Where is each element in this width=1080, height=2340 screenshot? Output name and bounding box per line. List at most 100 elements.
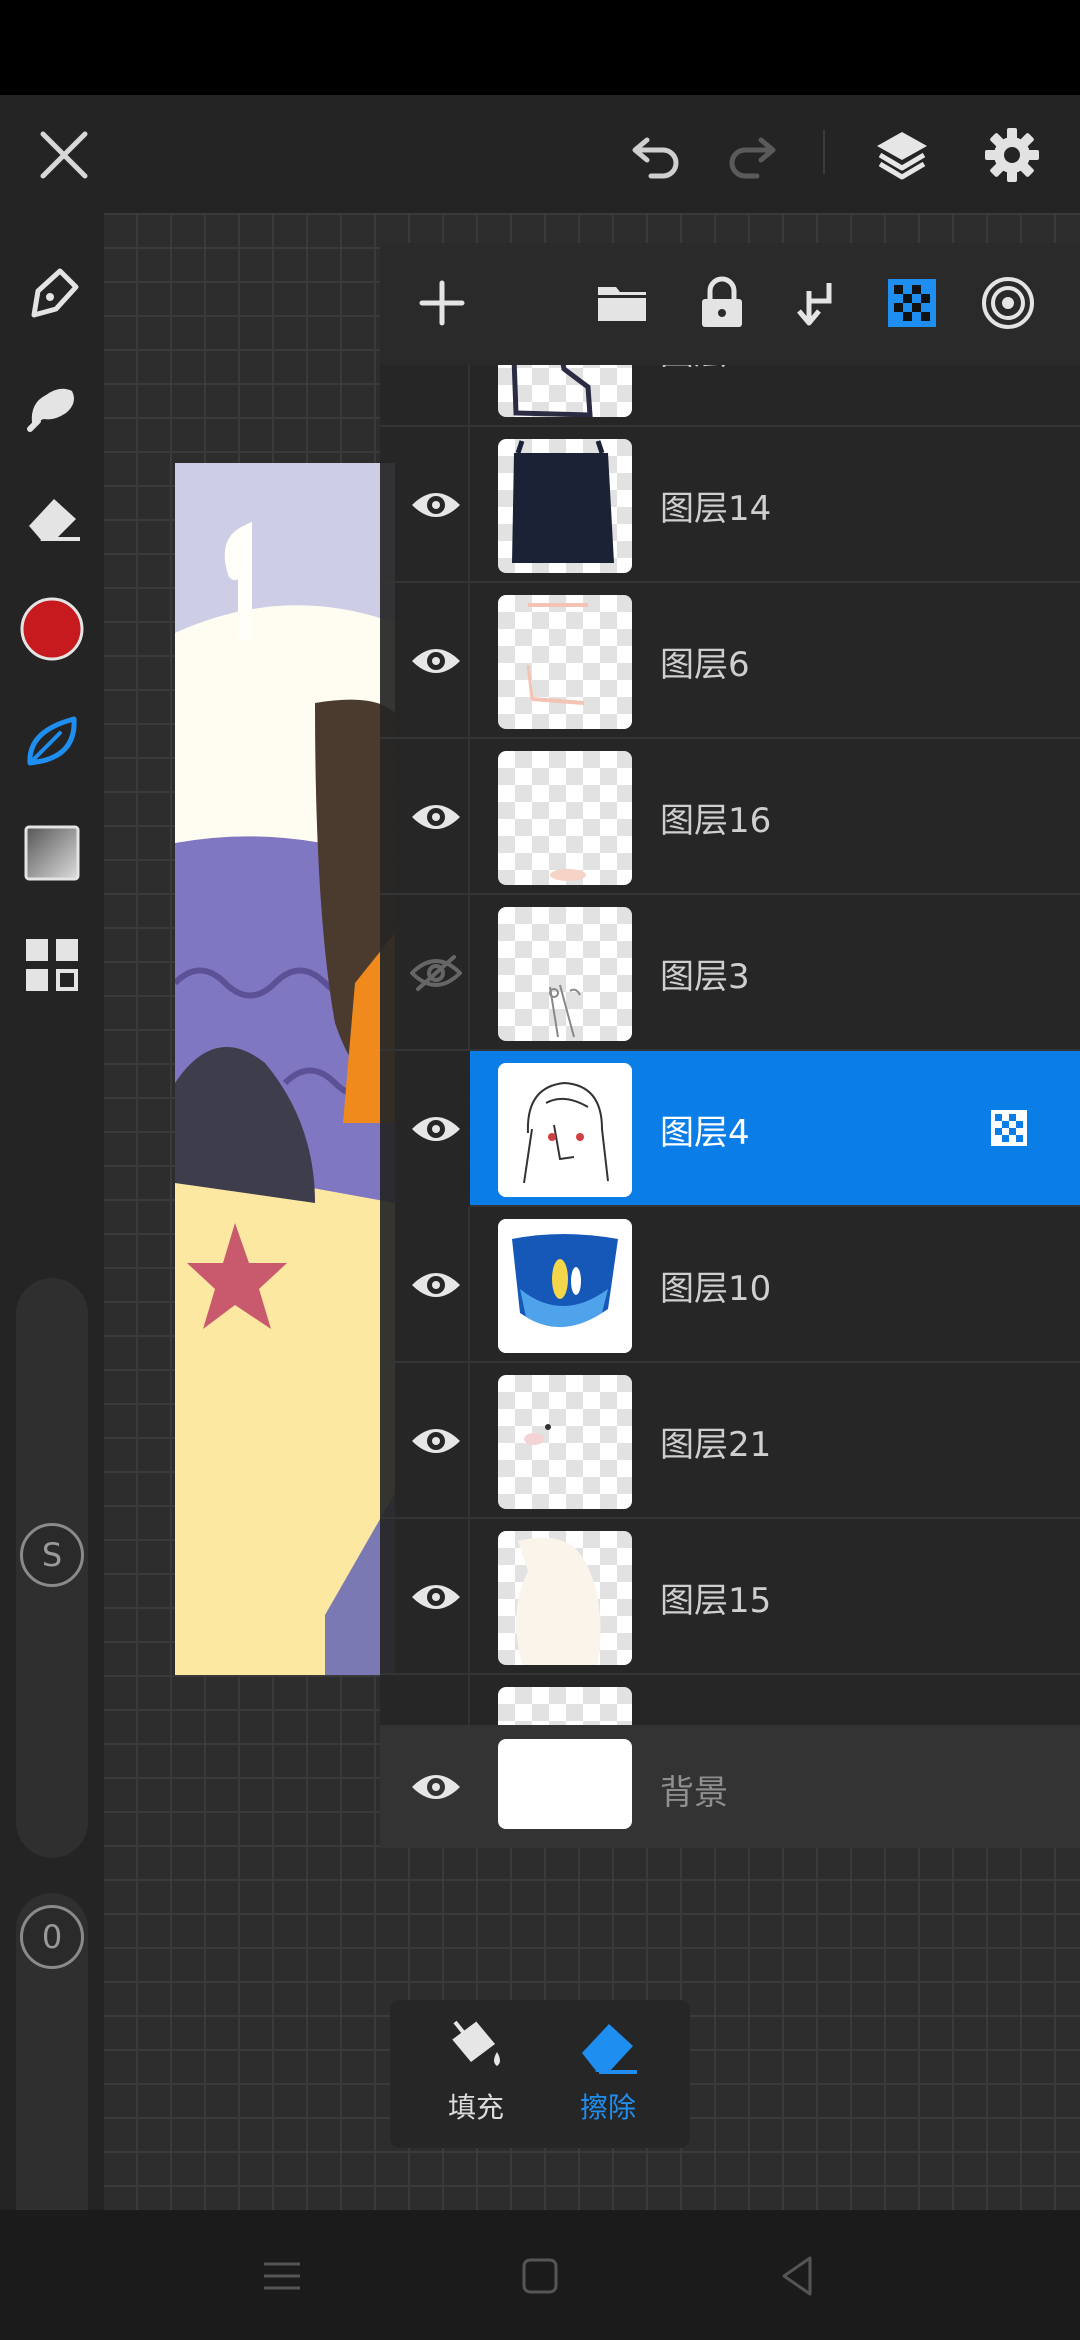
folder-button[interactable] bbox=[590, 271, 654, 335]
color-picker-button[interactable] bbox=[12, 589, 92, 669]
brush-tool-button[interactable] bbox=[12, 253, 92, 333]
visibility-column bbox=[380, 365, 470, 425]
color-swatch-icon bbox=[20, 597, 84, 661]
layer-thumbnail bbox=[498, 595, 632, 729]
home-icon[interactable] bbox=[510, 2246, 570, 2306]
grid-icon bbox=[26, 939, 78, 991]
paint-bucket-icon bbox=[449, 2018, 500, 2066]
eye-icon[interactable] bbox=[410, 1421, 462, 1461]
layer-name: 图层21 bbox=[660, 1425, 772, 1465]
fill-label: 填充 bbox=[447, 2091, 504, 2124]
layer-thumbnail bbox=[498, 907, 632, 1041]
layer-name: 图层6 bbox=[660, 645, 750, 685]
alpha-lock-button[interactable] bbox=[880, 271, 944, 335]
eraser-tool-button[interactable] bbox=[12, 477, 92, 557]
layer-toolbar bbox=[380, 243, 1080, 365]
eraser-icon bbox=[26, 499, 80, 542]
layers-button[interactable] bbox=[862, 115, 942, 195]
selected-layer-eye-cell[interactable] bbox=[380, 1051, 470, 1207]
left-toolbar: S 0 bbox=[0, 213, 104, 2273]
toolbar-divider bbox=[823, 130, 825, 174]
brush-size-knob[interactable]: S bbox=[20, 1523, 84, 1587]
layer-row[interactable]: 图层21 bbox=[380, 1363, 1080, 1519]
layer-name: 图层15 bbox=[660, 1581, 772, 1621]
redo-button[interactable] bbox=[712, 115, 792, 195]
erase-button[interactable]: 擦除 bbox=[548, 2014, 668, 2138]
layer-name: 图层4 bbox=[660, 1113, 750, 1153]
layer-thumbnail bbox=[498, 1219, 632, 1353]
merge-down-button[interactable] bbox=[785, 271, 849, 335]
artwork-image bbox=[175, 463, 395, 1675]
eye-icon[interactable] bbox=[410, 1265, 462, 1305]
blend-icon bbox=[982, 277, 1034, 329]
layer-row[interactable] bbox=[380, 1675, 1080, 1725]
layer-row[interactable]: 图层3 bbox=[380, 895, 1080, 1051]
layer-row-selected[interactable]: 图层4 bbox=[470, 1051, 1080, 1207]
opacity-knob[interactable]: 0 bbox=[20, 1905, 84, 1969]
eye-icon[interactable] bbox=[410, 1577, 462, 1617]
erase-label: 擦除 bbox=[579, 2091, 636, 2124]
folder-icon bbox=[598, 287, 646, 321]
redo-icon bbox=[729, 137, 776, 179]
brush-size-slider[interactable]: S bbox=[16, 1278, 88, 1858]
artwork-canvas[interactable] bbox=[175, 463, 395, 1675]
back-icon[interactable] bbox=[768, 2246, 828, 2306]
gear-icon bbox=[985, 128, 1039, 182]
layer-list[interactable]: 图层23 图层14 图层6 图层16 bbox=[380, 365, 1080, 1725]
eye-icon[interactable] bbox=[410, 1109, 462, 1149]
layers-panel: 图层23 图层14 图层6 图层16 bbox=[380, 243, 1080, 1848]
leaf-icon bbox=[27, 716, 77, 766]
gradient-tool-button[interactable] bbox=[12, 813, 92, 893]
checker-icon bbox=[888, 279, 936, 327]
smudge-icon bbox=[27, 388, 74, 432]
plus-icon bbox=[419, 280, 465, 326]
layer-name: 图层10 bbox=[660, 1269, 772, 1309]
layer-name: 图层3 bbox=[660, 957, 750, 997]
undo-icon bbox=[632, 137, 679, 179]
layer-name: 图层16 bbox=[660, 801, 772, 841]
layer-row[interactable]: 图层23 bbox=[380, 365, 1080, 427]
layer-thumbnail bbox=[498, 1687, 632, 1725]
eye-icon[interactable] bbox=[410, 641, 462, 681]
background-thumbnail bbox=[498, 1739, 632, 1829]
layer-thumbnail bbox=[498, 365, 632, 417]
close-button[interactable] bbox=[24, 115, 104, 195]
layer-row[interactable]: 图层14 bbox=[380, 427, 1080, 583]
status-bar bbox=[0, 0, 1080, 95]
layer-row[interactable]: 图层15 bbox=[380, 1519, 1080, 1675]
layer-name: 图层14 bbox=[660, 489, 772, 529]
eye-icon[interactable] bbox=[410, 1767, 462, 1807]
layer-thumbnail bbox=[498, 751, 632, 885]
fill-button[interactable]: 填充 bbox=[416, 2014, 536, 2138]
layer-thumbnail bbox=[498, 1063, 632, 1197]
system-nav-bar bbox=[0, 2210, 1080, 2340]
gradient-icon bbox=[24, 825, 80, 881]
top-toolbar bbox=[0, 95, 1080, 213]
fill-erase-popup: 填充 擦除 bbox=[390, 2000, 690, 2148]
eye-hidden-icon[interactable] bbox=[410, 953, 462, 993]
pen-nib-icon bbox=[31, 268, 79, 318]
smudge-tool-button[interactable] bbox=[12, 365, 92, 445]
leaf-tool-button[interactable] bbox=[12, 701, 92, 781]
visibility-column bbox=[380, 1675, 470, 1725]
lock-layer-button[interactable] bbox=[690, 271, 754, 335]
undo-button[interactable] bbox=[616, 115, 696, 195]
lock-icon bbox=[702, 276, 742, 327]
eraser-icon bbox=[579, 2024, 637, 2074]
add-layer-button[interactable] bbox=[410, 271, 474, 335]
layer-row[interactable]: 图层10 bbox=[380, 1207, 1080, 1363]
eye-icon[interactable] bbox=[410, 365, 462, 369]
background-layer-row[interactable]: 背景 bbox=[380, 1725, 1080, 1848]
blend-mode-button[interactable] bbox=[976, 271, 1040, 335]
eye-icon[interactable] bbox=[410, 485, 462, 525]
layer-row[interactable]: 图层16 bbox=[380, 739, 1080, 895]
close-icon bbox=[40, 131, 88, 179]
layer-thumbnail bbox=[498, 1375, 632, 1509]
layer-thumbnail bbox=[498, 439, 632, 573]
grid-tool-button[interactable] bbox=[12, 925, 92, 1005]
eye-icon[interactable] bbox=[410, 797, 462, 837]
settings-button[interactable] bbox=[972, 115, 1052, 195]
menu-icon[interactable] bbox=[252, 2246, 312, 2306]
layer-row[interactable]: 图层6 bbox=[380, 583, 1080, 739]
layer-name: 图层23 bbox=[660, 365, 771, 374]
